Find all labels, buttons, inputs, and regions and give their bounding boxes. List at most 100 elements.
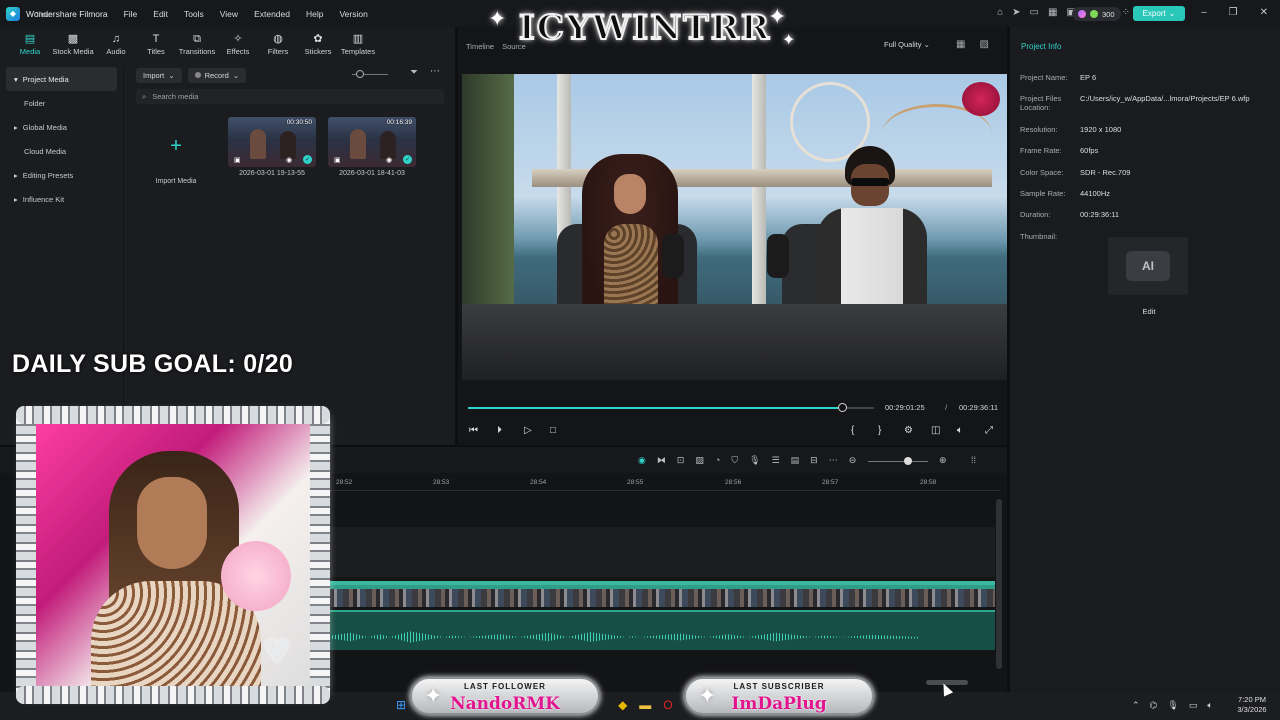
tab-titles[interactable]: T Titles xyxy=(136,27,176,63)
image-edit-icon[interactable]: ▨ xyxy=(695,455,704,466)
microphone-icon[interactable]: 🎙︎ xyxy=(1167,700,1178,711)
mark-out-icon[interactable]: } xyxy=(878,425,881,436)
timeline-ruler[interactable]: 28:52 28:53 28:54 28:55 28:56 28:57 28:5… xyxy=(330,477,1000,491)
filter-icon[interactable]: ⏷ xyxy=(410,67,418,78)
tab-effects[interactable]: ✧ Effects xyxy=(218,27,258,63)
menu-extended[interactable]: Extended xyxy=(254,9,290,19)
credits-badge[interactable]: 300 xyxy=(1072,7,1121,21)
tab-stickers[interactable]: ✿ Stickers xyxy=(298,27,338,63)
record-button[interactable]: Record ⌄ xyxy=(187,67,247,83)
sidebar-item-influence-kit[interactable]: ▸ Influence Kit xyxy=(0,187,123,211)
crop-icon[interactable]: ⊡ xyxy=(677,455,685,466)
tab-media[interactable]: ▤ Media xyxy=(10,27,50,63)
volume-icon[interactable]: 🔈︎ xyxy=(957,425,963,436)
sidebar-item-label: Folder xyxy=(24,98,46,108)
speed-icon[interactable]: ◔ xyxy=(715,455,720,466)
tab-audio[interactable]: ♫ Audio xyxy=(96,27,136,63)
play-icon[interactable]: ▷ xyxy=(524,425,532,436)
tab-filters[interactable]: ◍ Filters xyxy=(258,27,298,63)
playhead-handle[interactable] xyxy=(838,403,847,412)
subtitle-icon[interactable]: ⊟ xyxy=(810,455,818,466)
search-input[interactable]: ⌕ Search media xyxy=(136,89,444,104)
opera-icon[interactable]: O xyxy=(663,698,672,712)
sample-rate-value: 44100Hz xyxy=(1080,189,1111,198)
menu-version[interactable]: Version xyxy=(339,9,367,19)
image-icon[interactable]: ▨ xyxy=(979,39,988,50)
timeline-vertical-scrollbar[interactable] xyxy=(996,499,1002,669)
thumbnail-preview[interactable]: AI xyxy=(1108,237,1188,295)
previous-frame-icon[interactable]: ⏮ xyxy=(469,425,478,436)
import-button[interactable]: Import ⌄ xyxy=(136,67,182,83)
duration-value: 00:29:36:11 xyxy=(1080,210,1120,219)
taskbar-clock[interactable]: 7:20 PM 3/3/2026 xyxy=(1228,695,1276,715)
speaker-icon[interactable]: 🔈︎ xyxy=(1207,700,1212,711)
grid-view-icon[interactable]: ⁞⁞ xyxy=(971,455,976,465)
windows-start-icon[interactable]: ⊞ xyxy=(396,698,406,712)
playback-progress[interactable] xyxy=(468,407,844,409)
grid-icon[interactable]: ▦ xyxy=(1048,7,1057,18)
stop-icon[interactable]: □ xyxy=(550,425,556,436)
empty-track[interactable] xyxy=(320,527,995,577)
tracks-icon[interactable]: ▤ xyxy=(791,455,800,466)
tab-transitions[interactable]: ⧉ Transitions xyxy=(176,27,218,63)
shield-icon[interactable]: ⛉ xyxy=(731,455,738,466)
menu-edit[interactable]: Edit xyxy=(153,9,168,19)
info-label: Project Files Location: xyxy=(1020,94,1062,112)
media-clip[interactable]: 00:16:39 ▣ ◉ ✓ 2026-03-01 18-41-03 xyxy=(328,117,416,185)
gift-icon[interactable]: ⌂ xyxy=(997,7,1003,18)
quality-select[interactable]: Full Quality ⌄ xyxy=(884,40,930,49)
playback-track[interactable] xyxy=(844,407,874,409)
minimize-icon[interactable]: – xyxy=(1201,7,1207,18)
webcam-overlay: ♥ xyxy=(10,398,365,708)
fullscreen-icon[interactable]: ⤢ xyxy=(985,425,993,436)
slider-handle[interactable] xyxy=(356,70,364,78)
video-clip-track[interactable] xyxy=(320,581,995,607)
menu-tools[interactable]: Tools xyxy=(184,9,204,19)
audio-mixer-icon[interactable]: ☰ xyxy=(772,455,780,466)
timeline-zoom-slider[interactable] xyxy=(868,461,928,462)
tab-label: Audio xyxy=(106,47,126,56)
zoom-handle[interactable] xyxy=(904,457,912,465)
more-icon[interactable]: ⋯ xyxy=(829,455,838,466)
sidebar-item-global-media[interactable]: ▸ Global Media xyxy=(0,115,123,139)
split-icon[interactable]: ⧓ xyxy=(657,455,666,466)
chevron-up-icon[interactable]: ⌃ xyxy=(1132,700,1140,711)
menu-help[interactable]: Help xyxy=(306,9,323,19)
sidebar-item-folder[interactable]: Folder xyxy=(0,91,123,115)
more-icon[interactable]: ⋯ xyxy=(430,66,440,77)
ruler-tick: 28:55 xyxy=(627,479,644,486)
zoom-out-icon[interactable]: ⊖ xyxy=(849,455,857,466)
app-icon[interactable]: ◆ xyxy=(618,698,627,712)
render-icon[interactable]: ⚙ xyxy=(904,425,913,436)
maximize-icon[interactable]: ❐ xyxy=(1229,7,1238,18)
snapshot-icon[interactable]: ◫ xyxy=(931,425,940,436)
video-preview[interactable] xyxy=(462,74,1007,380)
send-icon[interactable]: ➤ xyxy=(1012,7,1020,18)
tab-label: Transitions xyxy=(178,47,216,56)
sidebar-item-project-media[interactable]: ▾ Project Media xyxy=(6,67,117,91)
file-explorer-icon[interactable]: ▬ xyxy=(639,698,651,712)
grid-apps-icon[interactable]: ⁘ xyxy=(1122,7,1130,18)
export-button[interactable]: Export ⌄ xyxy=(1133,6,1185,21)
edit-thumbnail-button[interactable]: Edit xyxy=(1094,307,1204,316)
play-frame-icon[interactable]: ⏵ xyxy=(497,425,502,436)
mic-icon[interactable]: 🎙︎ xyxy=(749,455,760,466)
sidebar-item-editing-presets[interactable]: ▸ Editing Presets xyxy=(0,163,123,187)
tab-stock-media[interactable]: ▩ Stock Media xyxy=(50,27,96,63)
close-icon[interactable]: ✕ xyxy=(1260,7,1268,18)
network-icon[interactable]: ⌬ xyxy=(1150,700,1158,711)
menu-file[interactable]: File xyxy=(124,9,138,19)
media-clip[interactable]: 00:30:50 ▣ ◉ ✓ 2026-03-01 19-13-55 xyxy=(228,117,316,185)
layout-icon[interactable]: ▭ xyxy=(1030,7,1039,18)
mark-in-icon[interactable]: { xyxy=(851,425,854,436)
tab-templates[interactable]: ▥ Templates xyxy=(338,27,378,63)
filters-icon: ◍ xyxy=(273,33,283,45)
menu-view[interactable]: View xyxy=(220,9,238,19)
grid-view-icon[interactable]: ▦ xyxy=(956,39,965,50)
ai-tool-icon[interactable]: ◉ xyxy=(638,455,646,466)
import-media-tile[interactable]: + Import Media xyxy=(136,117,216,186)
zoom-in-icon[interactable]: ⊕ xyxy=(939,455,947,466)
audio-clip-track[interactable] xyxy=(320,610,995,650)
display-icon[interactable]: ▭ xyxy=(1189,700,1198,711)
sidebar-item-cloud-media[interactable]: Cloud Media xyxy=(0,139,123,163)
